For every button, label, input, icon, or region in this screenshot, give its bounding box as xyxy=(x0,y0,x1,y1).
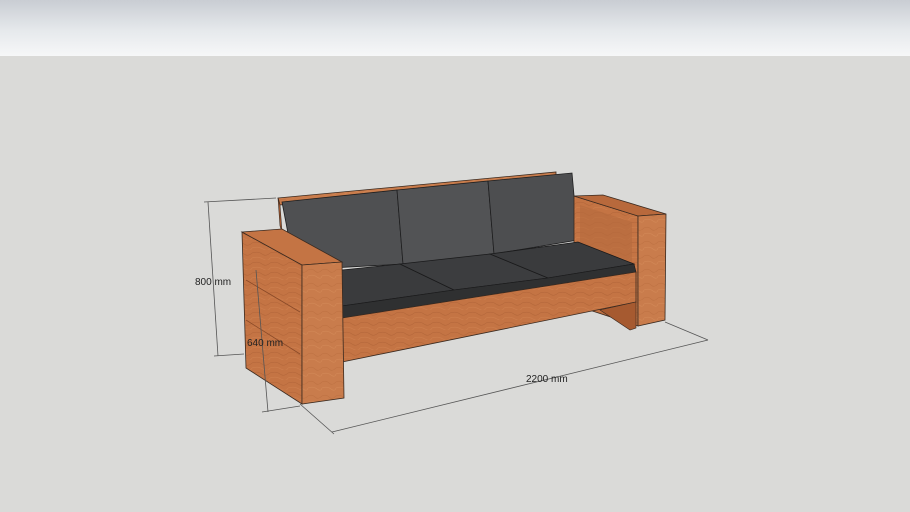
depth-dimension-label: 640 mm xyxy=(247,338,284,349)
left-armrest xyxy=(240,228,345,405)
sofa-model[interactable] xyxy=(0,0,910,512)
height-dimension-label: 800 mm xyxy=(195,277,232,288)
3d-viewport[interactable]: 800 mm 640 mm 2200 mm xyxy=(0,0,910,512)
width-dimension-label: 2200 mm xyxy=(526,374,568,385)
